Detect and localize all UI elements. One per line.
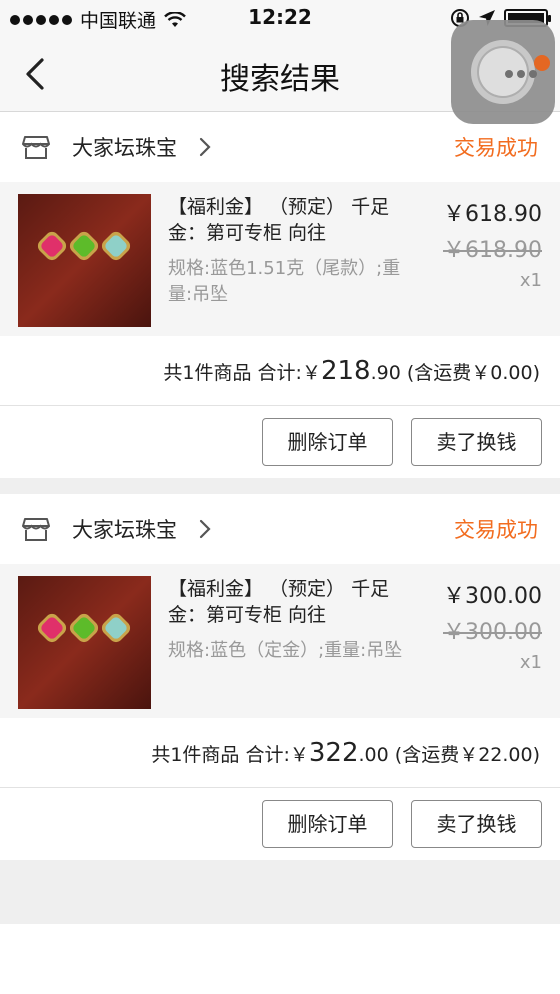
original-price: ￥300.00 bbox=[443, 620, 542, 645]
order-item[interactable]: 【福利金】 （预定） 千足金：第可专柜 向往 规格:蓝色1.51克（尾款）;重量… bbox=[0, 182, 560, 336]
total-integer: 218 bbox=[320, 356, 371, 386]
product-spec: 规格:蓝色1.51克（尾款）;重量:吊坠 bbox=[168, 258, 401, 305]
order-summary: 共1件商品 合计:￥322.00 (含运费￥22.00) bbox=[151, 738, 540, 768]
order-actions: 删除订单 卖了换钱 bbox=[0, 788, 560, 860]
delete-order-button[interactable]: 删除订单 bbox=[262, 800, 393, 848]
summary-prefix: 共1件商品 合计:￥ bbox=[151, 744, 309, 766]
product-spec: 规格:蓝色（定金）;重量:吊坠 bbox=[168, 640, 403, 661]
product-title: 【福利金】 （预定） 千足金：第可专柜 向往 bbox=[168, 196, 390, 244]
section-divider bbox=[0, 478, 560, 494]
store-icon bbox=[22, 518, 50, 541]
shipping-fee: (含运费￥0.00) bbox=[406, 362, 540, 384]
order-card: 大家坛珠宝 交易成功 【福利金】 （预定） 千足金：第可专柜 向往 规格:蓝色1… bbox=[0, 112, 560, 478]
dot-icon bbox=[529, 70, 537, 78]
order-card: 大家坛珠宝 交易成功 【福利金】 （预定） 千足金：第可专柜 向往 规格:蓝色（… bbox=[0, 494, 560, 860]
dot-icon bbox=[517, 70, 525, 78]
product-price: ￥300.00 bbox=[443, 584, 542, 609]
product-quantity: x1 bbox=[519, 652, 542, 673]
product-quantity: x1 bbox=[519, 270, 542, 291]
product-thumbnail bbox=[18, 194, 151, 327]
delete-order-button[interactable]: 删除订单 bbox=[262, 418, 393, 466]
order-actions: 删除订单 卖了换钱 bbox=[0, 406, 560, 478]
order-summary-row: 共1件商品 合计:￥322.00 (含运费￥22.00) bbox=[0, 718, 560, 788]
order-summary-row: 共1件商品 合计:￥218.90 (含运费￥0.00) bbox=[0, 336, 560, 406]
screen: 中国联通 12:22 搜索结果 大家坛珠宝 交易成功 【福利金】 （预定） 千足… bbox=[0, 0, 560, 994]
shop-name: 大家坛珠宝 bbox=[72, 136, 177, 160]
product-price: ￥618.90 bbox=[443, 202, 542, 227]
list-footer-spacer bbox=[0, 860, 560, 924]
order-item[interactable]: 【福利金】 （预定） 千足金：第可专柜 向往 规格:蓝色（定金）;重量:吊坠 ￥… bbox=[0, 564, 560, 718]
total-integer: 322 bbox=[308, 738, 359, 768]
product-title: 【福利金】 （预定） 千足金：第可专柜 向往 bbox=[168, 578, 390, 626]
shipping-fee: (含运费￥22.00) bbox=[394, 744, 540, 766]
product-thumbnail bbox=[18, 576, 151, 709]
dot-icon bbox=[505, 70, 513, 78]
shop-name: 大家坛珠宝 bbox=[72, 518, 177, 542]
order-summary: 共1件商品 合计:￥218.90 (含运费￥0.00) bbox=[163, 356, 540, 386]
order-status: 交易成功 bbox=[454, 518, 538, 542]
shop-row[interactable]: 大家坛珠宝 交易成功 bbox=[0, 494, 560, 564]
sell-item-button[interactable]: 卖了换钱 bbox=[411, 418, 542, 466]
order-status: 交易成功 bbox=[454, 136, 538, 160]
chevron-right-icon bbox=[199, 519, 211, 539]
assistive-touch-button[interactable] bbox=[451, 20, 555, 124]
store-icon bbox=[22, 136, 50, 159]
chevron-right-icon bbox=[199, 137, 211, 157]
summary-prefix: 共1件商品 合计:￥ bbox=[163, 362, 321, 384]
sell-item-button[interactable]: 卖了换钱 bbox=[411, 800, 542, 848]
total-decimal: .90 bbox=[370, 362, 401, 384]
original-price: ￥618.90 bbox=[443, 238, 542, 263]
total-decimal: .00 bbox=[358, 744, 389, 766]
notification-badge-icon bbox=[534, 55, 550, 71]
